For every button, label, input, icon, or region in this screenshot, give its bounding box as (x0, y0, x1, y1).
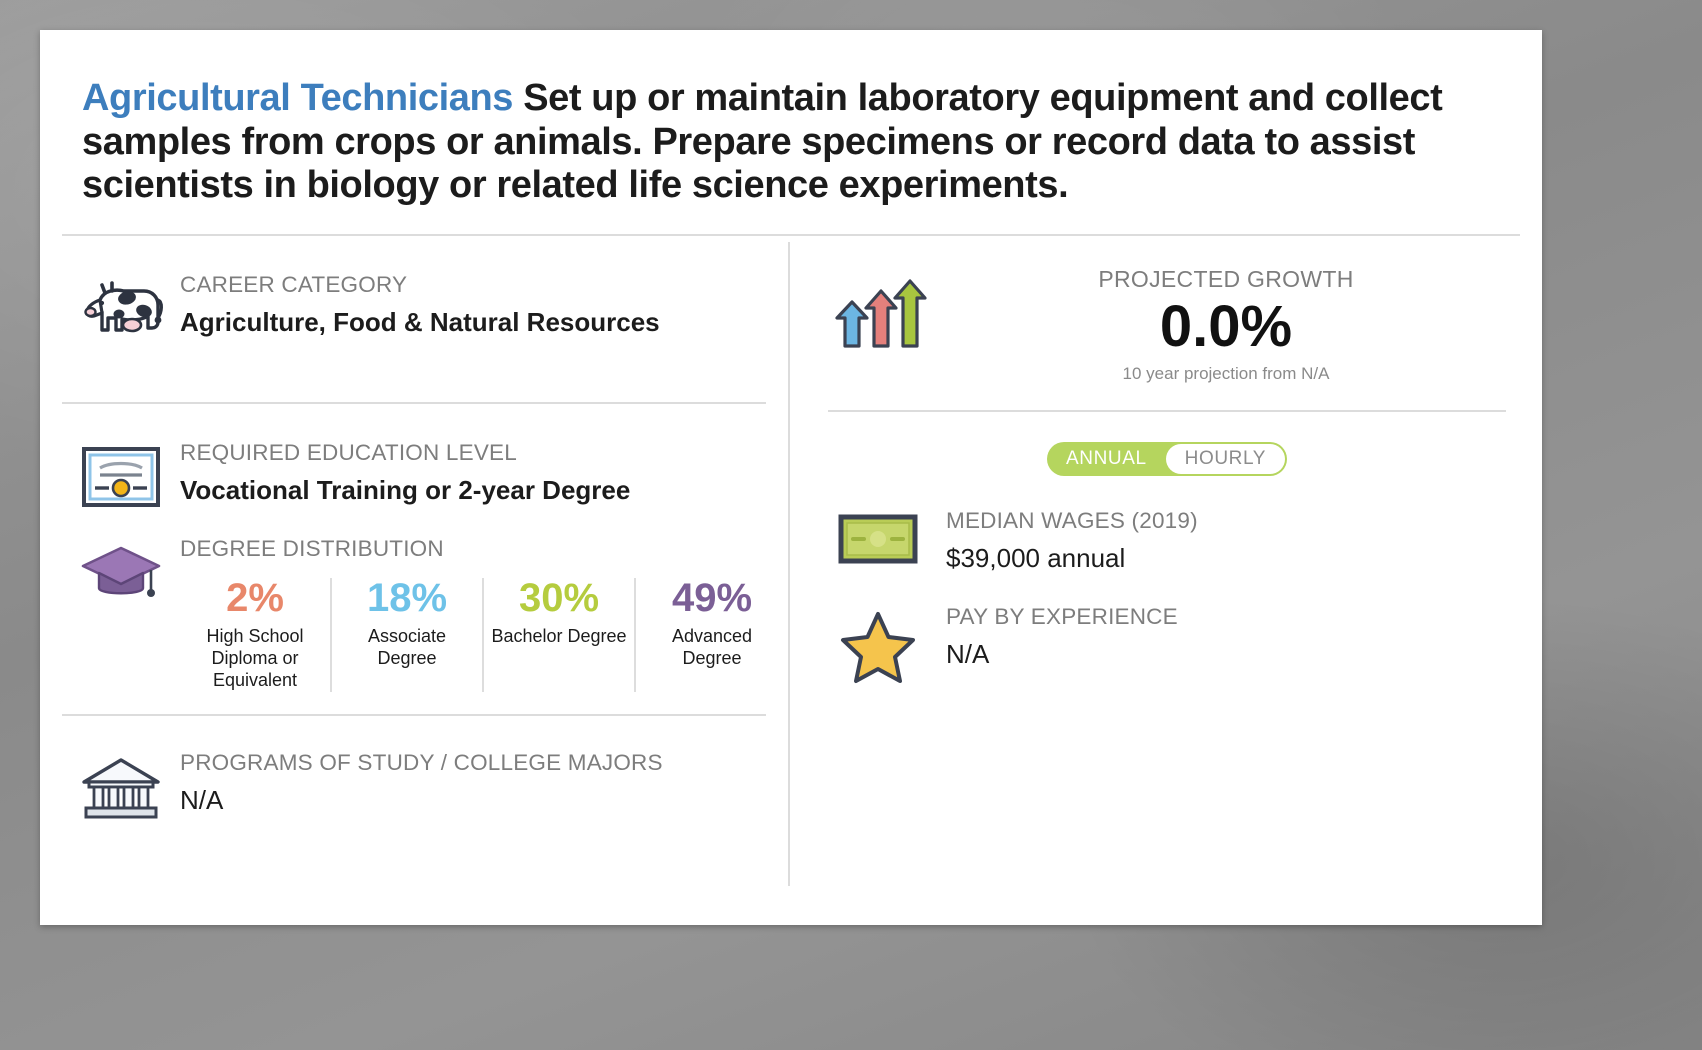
degree-item: 49% Advanced Degree (636, 578, 788, 692)
projected-growth-label: PROJECTED GROWTH (1098, 266, 1354, 293)
left-column: CAREER CATEGORY Agriculture, Food & Natu… (40, 236, 788, 896)
programs-of-study-value: N/A (180, 784, 224, 815)
certificate-icon (62, 440, 180, 508)
projected-growth-subtext: 10 year projection from N/A (1122, 363, 1330, 383)
pay-by-experience-text: PAY BY EXPERIENCE N/A (946, 604, 1178, 684)
pay-by-experience-value: N/A (946, 638, 990, 669)
programs-of-study-text: PROGRAMS OF STUDY / COLLEGE MAJORS N/A (180, 750, 663, 816)
wage-toggle[interactable]: ANNUAL HOURLY (1046, 441, 1288, 476)
wage-toggle-wrap: ANNUAL HOURLY (810, 412, 1542, 476)
education-level-text: REQUIRED EDUCATION LEVEL Vocational Trai… (180, 440, 630, 506)
median-wages-value: $39,000 annual (946, 542, 1126, 573)
bank-building-icon (62, 750, 180, 820)
career-category-text: CAREER CATEGORY Agriculture, Food & Natu… (180, 272, 660, 338)
pay-by-experience-block: PAY BY EXPERIENCE N/A (810, 574, 1542, 684)
median-wages-block: MEDIAN WAGES (2019) $39,000 annual (810, 476, 1542, 574)
degree-item: 2% High School Diploma or Equivalent (180, 578, 332, 692)
cow-icon (62, 272, 180, 340)
header-text: Agricultural Technicians Set up or maint… (82, 77, 1484, 208)
degree-item: 30% Bachelor Degree (484, 578, 636, 692)
pay-by-experience-label: PAY BY EXPERIENCE (946, 603, 1178, 629)
education-level-row: REQUIRED EDUCATION LEVEL Vocational Trai… (62, 440, 788, 508)
education-level-value: Vocational Training or 2-year Degree (180, 475, 631, 506)
degree-percent: 18% (366, 576, 448, 621)
card-header: Agricultural Technicians Set up or maint… (40, 30, 1542, 208)
degree-label: High School Diploma or Equivalent (206, 626, 304, 690)
degree-item: 18% Associate Degree (332, 578, 484, 692)
career-category-block: CAREER CATEGORY Agriculture, Food & Natu… (62, 236, 788, 405)
career-info-card: Agricultural Technicians Set up or maint… (40, 30, 1542, 925)
degree-percent: 30% (518, 576, 600, 621)
degree-distribution-label: DEGREE DISTRIBUTION (180, 536, 444, 562)
toggle-option-annual[interactable]: ANNUAL (1047, 442, 1166, 476)
card-body: CAREER CATEGORY Agriculture, Food & Natu… (40, 236, 1542, 896)
degree-label: Advanced Degree (671, 626, 753, 669)
career-category-value: Agriculture, Food & Natural Resources (180, 307, 660, 338)
median-wages-label: MEDIAN WAGES (2019) (946, 507, 1198, 533)
degree-distribution-content: DEGREE DISTRIBUTION 2% High School Diplo… (180, 536, 788, 692)
education-level-block: REQUIRED EDUCATION LEVEL Vocational Trai… (62, 404, 788, 508)
degree-label: Bachelor Degree (491, 626, 627, 647)
career-category-label: CAREER CATEGORY (180, 272, 408, 298)
degree-distribution-grid: 2% High School Diploma or Equivalent 18%… (180, 578, 788, 692)
degree-divider-wrap (62, 692, 788, 716)
career-category-divider-wrap (62, 340, 788, 405)
money-bill-icon (810, 508, 946, 574)
degree-distribution-block: DEGREE DISTRIBUTION 2% High School Diplo… (62, 536, 788, 692)
toggle-option-hourly[interactable]: HOURLY (1165, 443, 1286, 474)
degree-label: Associate Degree (367, 626, 447, 669)
page-title: Agricultural Technicians (82, 77, 514, 119)
programs-of-study-block: PROGRAMS OF STUDY / COLLEGE MAJORS N/A (62, 716, 788, 820)
projected-growth-block: PROJECTED GROWTH 0.0% 10 year projection… (810, 236, 1542, 384)
growth-arrows-icon (810, 266, 946, 352)
degree-percent: 2% (226, 576, 284, 621)
projected-growth-value: 0.0% (1159, 294, 1293, 360)
projected-growth-text: PROJECTED GROWTH 0.0% 10 year projection… (946, 266, 1542, 384)
median-wages-text: MEDIAN WAGES (2019) $39,000 annual (946, 508, 1198, 574)
education-level-label: REQUIRED EDUCATION LEVEL (180, 440, 517, 466)
programs-of-study-label: PROGRAMS OF STUDY / COLLEGE MAJORS (180, 749, 663, 775)
career-category-row: CAREER CATEGORY Agriculture, Food & Natu… (62, 272, 788, 340)
graduation-cap-icon (62, 536, 180, 604)
right-column: PROJECTED GROWTH 0.0% 10 year projection… (790, 236, 1542, 896)
star-icon (810, 604, 946, 684)
degree-percent: 49% (671, 576, 753, 621)
